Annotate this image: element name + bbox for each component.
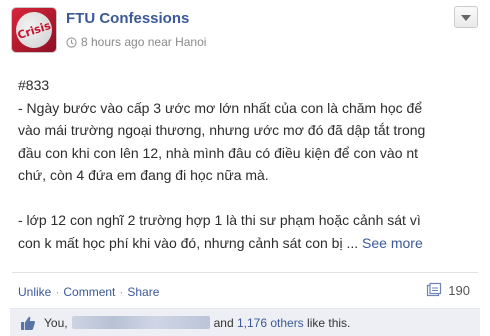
post-timestamp[interactable]: 8 hours ago near Hanoi xyxy=(81,35,206,49)
separator-dot: · xyxy=(55,285,60,299)
redacted-names xyxy=(71,316,210,329)
post-body: #833 - Ngày bước vào cấp 3 ước mơ lớn nh… xyxy=(18,74,478,254)
page-name-link[interactable]: FTU Confessions xyxy=(66,10,189,27)
avatar-logo: Crisis xyxy=(11,7,57,53)
comment-link[interactable]: Comment xyxy=(63,285,115,299)
clock-icon xyxy=(66,36,77,48)
thumbs-up-icon xyxy=(20,315,36,331)
post-menu-button[interactable] xyxy=(454,6,478,28)
likes-others-link[interactable]: 1,176 others xyxy=(237,316,304,330)
share-link[interactable]: Share xyxy=(127,285,159,299)
share-count[interactable]: 190 xyxy=(426,282,470,298)
post-paragraph-1: - Ngày bước vào cấp 3 ước mơ lớn nhất củ… xyxy=(18,99,426,184)
likes-and: and xyxy=(213,315,234,330)
share-icon xyxy=(426,282,442,298)
post-paragraph-2: - lớp 12 con nghĩ 2 trường hợp 1 là thi … xyxy=(18,212,421,251)
divider xyxy=(12,272,478,273)
post-meta: 8 hours ago near Hanoi xyxy=(66,35,206,49)
unlike-link[interactable]: Unlike xyxy=(18,285,51,299)
page-avatar[interactable]: Crisis xyxy=(11,7,57,53)
post-actions: Unlike · Comment · Share xyxy=(18,285,159,299)
chevron-down-icon xyxy=(461,8,471,26)
post-header: Crisis FTU Confessions 8 hours ago near … xyxy=(0,0,490,62)
see-more-link[interactable]: See more xyxy=(362,235,423,251)
likes-you: You, xyxy=(44,315,68,330)
avatar-logo-text: Crisis xyxy=(15,18,53,42)
separator-dot: · xyxy=(119,285,124,299)
share-count-value: 190 xyxy=(448,282,470,298)
likes-suffix: like this. xyxy=(307,315,351,330)
like-summary-bar: You, and 1,176 others like this. xyxy=(10,308,480,336)
post-number: #833 xyxy=(18,77,50,93)
